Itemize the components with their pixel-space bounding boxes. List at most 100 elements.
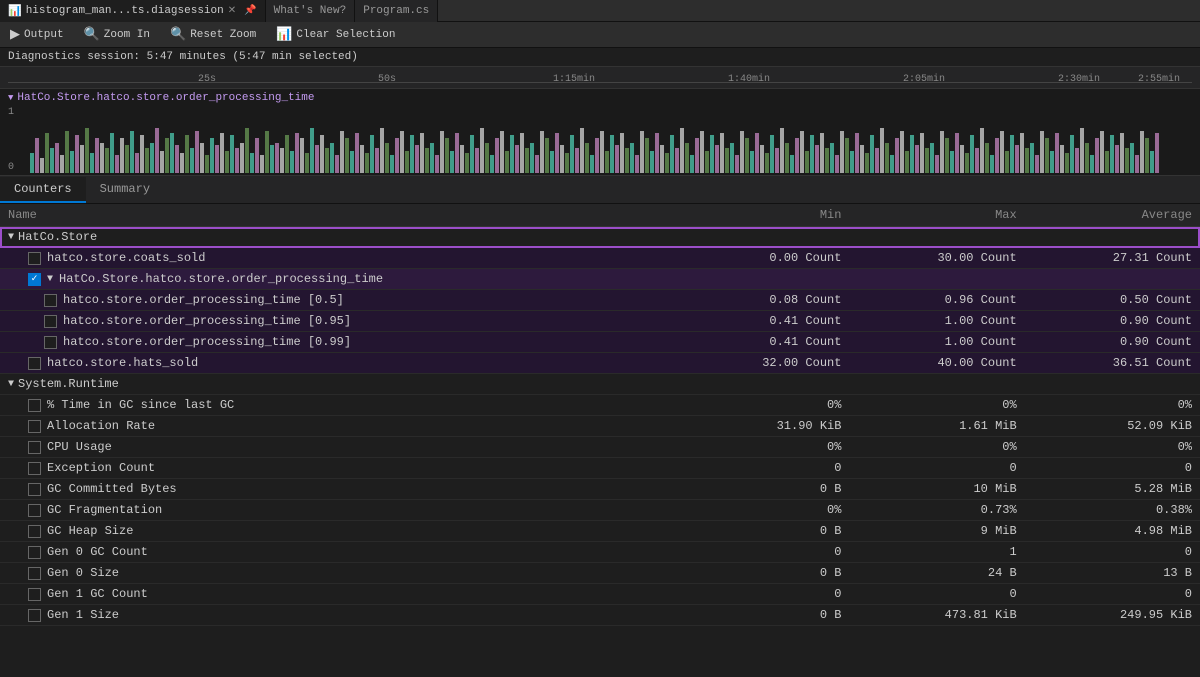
chart-bar-87 — [465, 153, 469, 173]
cell-min-opt099: 0.41 Count — [674, 332, 849, 353]
cell-min-gen1gc: 0 — [674, 584, 849, 605]
cell-name-cpu: CPU Usage — [0, 437, 674, 458]
checkbox-coats[interactable] — [28, 252, 41, 265]
group-row-hatco[interactable]: ▼ HatCo.Store — [0, 227, 1200, 248]
chart-bar-195 — [1005, 151, 1009, 173]
chart-bar-141 — [735, 155, 739, 173]
checkbox-gcheap[interactable] — [28, 525, 41, 538]
checkbox-timegc[interactable] — [28, 399, 41, 412]
toolbar: ▶ Output 🔍 Zoom In 🔍 Reset Zoom 📊 Clear … — [0, 22, 1200, 48]
checkbox-cpu[interactable] — [28, 441, 41, 454]
row-gen1gc[interactable]: Gen 1 GC Count 0 0 0 — [0, 584, 1200, 605]
cell-name-gen0gc: Gen 0 GC Count — [0, 542, 674, 563]
checkbox-gen1size[interactable] — [28, 609, 41, 622]
checkbox-hats[interactable] — [28, 357, 41, 370]
chart-bar-185 — [955, 133, 959, 173]
row-gc-heap[interactable]: GC Heap Size 0 B 9 MiB 4.98 MiB — [0, 521, 1200, 542]
row-time-gc[interactable]: % Time in GC since last GC 0% 0% 0% — [0, 395, 1200, 416]
chart-bar-183 — [945, 138, 949, 173]
chart-bar-173 — [895, 138, 899, 173]
checkbox-gen1gc[interactable] — [28, 588, 41, 601]
output-button[interactable]: ▶ Output — [6, 25, 68, 44]
close-icon-diagsession[interactable]: ✕ — [228, 5, 236, 17]
chart-bar-20 — [130, 131, 134, 173]
row-opt-05[interactable]: hatco.store.order_processing_time [0.5] … — [0, 290, 1200, 311]
chart-bar-121 — [635, 155, 639, 173]
reset-zoom-button[interactable]: 🔍 Reset Zoom — [166, 25, 260, 44]
cell-name-opt095: hatco.store.order_processing_time [0.95] — [0, 311, 674, 332]
checkbox-exception[interactable] — [28, 462, 41, 475]
main-table-container[interactable]: Name Min Max Average ▼ HatCo.Sto — [0, 204, 1200, 675]
cell-min-gccommitted: 0 B — [674, 479, 849, 500]
row-exception[interactable]: Exception Count 0 0 0 — [0, 458, 1200, 479]
cell-max-gcheap: 9 MiB — [849, 521, 1024, 542]
tab-whatsnew[interactable]: What's New? — [266, 0, 356, 22]
session-text: Diagnostics session: 5:47 minutes (5:47 … — [8, 51, 358, 63]
chart-bar-146 — [760, 145, 764, 173]
chart-bar-120 — [630, 143, 634, 173]
tab-counters[interactable]: Counters — [0, 177, 86, 203]
chart-bar-67 — [365, 153, 369, 173]
row-opt-099[interactable]: hatco.store.order_processing_time [0.99]… — [0, 332, 1200, 353]
row-opt-group[interactable]: ▼ HatCo.Store.hatco.store.order_processi… — [0, 269, 1200, 290]
tab-programcs[interactable]: Program.cs — [355, 0, 438, 22]
chart-bar-80 — [430, 143, 434, 173]
checkbox-gcfrag[interactable] — [28, 504, 41, 517]
checkbox-opt[interactable] — [28, 273, 41, 286]
chart-bar-4 — [50, 148, 54, 173]
chart-bar-177 — [915, 145, 919, 173]
chart-bar-208 — [1070, 135, 1074, 173]
cell-max-gen0gc: 1 — [849, 542, 1024, 563]
checkbox-alloc[interactable] — [28, 420, 41, 433]
checkbox-opt095[interactable] — [44, 315, 57, 328]
group-row-sysruntime[interactable]: ▼ System.Runtime — [0, 374, 1200, 395]
chart-bar-18 — [120, 138, 124, 173]
cell-name-gen1gc: Gen 1 GC Count — [0, 584, 674, 605]
chart-bar-115 — [605, 151, 609, 173]
chart-bar-33 — [195, 131, 199, 173]
group-collapse-hatco[interactable]: ▼ — [8, 232, 14, 243]
view-tabs-row: Counters Summary — [0, 176, 1200, 204]
row-cpu[interactable]: CPU Usage 0% 0% 0% — [0, 437, 1200, 458]
checkbox-opt099[interactable] — [44, 336, 57, 349]
checkbox-gen0gc[interactable] — [28, 546, 41, 559]
chart-bar-153 — [795, 138, 799, 173]
tri-opt[interactable]: ▼ — [47, 274, 53, 285]
row-gen0gc[interactable]: Gen 0 GC Count 0 1 0 — [0, 542, 1200, 563]
tab-label-whatsnew: What's New? — [274, 5, 347, 17]
chart-bar-93 — [495, 138, 499, 173]
checkbox-gen0size[interactable] — [28, 567, 41, 580]
chart-bar-216 — [1110, 135, 1114, 173]
cell-max-opt05: 0.96 Count — [849, 290, 1024, 311]
table-header-row: Name Min Max Average — [0, 204, 1200, 227]
zoom-in-button[interactable]: 🔍 Zoom In — [80, 25, 154, 44]
row-coats-sold[interactable]: hatco.store.coats_sold 0.00 Count 30.00 … — [0, 248, 1200, 269]
row-gen0size[interactable]: Gen 0 Size 0 B 24 B 13 B — [0, 563, 1200, 584]
group-collapse-sysruntime[interactable]: ▼ — [8, 379, 14, 390]
row-gc-committed[interactable]: GC Committed Bytes 0 B 10 MiB 5.28 MiB — [0, 479, 1200, 500]
chart-bar-161 — [835, 155, 839, 173]
tab-diagsession[interactable]: 📊 histogram_man...ts.diagsession ✕ 📌 — [0, 0, 266, 22]
row-alloc-rate[interactable]: Allocation Rate 31.90 KiB 1.61 MiB 52.09… — [0, 416, 1200, 437]
chart-bar-171 — [885, 143, 889, 173]
row-opt-095[interactable]: hatco.store.order_processing_time [0.95]… — [0, 311, 1200, 332]
clear-selection-label: Clear Selection — [296, 29, 395, 41]
chart-bar-181 — [935, 155, 939, 173]
chart-bar-117 — [615, 145, 619, 173]
tab-summary[interactable]: Summary — [86, 177, 164, 203]
chart-bar-108 — [570, 135, 574, 173]
pin-icon[interactable]: 📌 — [244, 5, 256, 17]
row-gen1size[interactable]: Gen 1 Size 0 B 473.81 KiB 249.95 KiB — [0, 605, 1200, 626]
chart-bar-113 — [595, 138, 599, 173]
checkbox-opt05[interactable] — [44, 294, 57, 307]
row-gc-frag[interactable]: GC Fragmentation 0% 0.73% 0.38% — [0, 500, 1200, 521]
chart-bar-152 — [790, 155, 794, 173]
row-hats-sold[interactable]: hatco.store.hats_sold 32.00 Count 40.00 … — [0, 353, 1200, 374]
chart-bar-129 — [675, 148, 679, 173]
chart-bar-158 — [820, 133, 824, 173]
clear-selection-icon: 📊 — [276, 27, 292, 42]
chart-y-labels: 1 0 — [8, 107, 26, 173]
chart-collapse-icon[interactable]: ▼ — [8, 93, 13, 103]
checkbox-gccommitted[interactable] — [28, 483, 41, 496]
clear-selection-button[interactable]: 📊 Clear Selection — [272, 25, 399, 44]
